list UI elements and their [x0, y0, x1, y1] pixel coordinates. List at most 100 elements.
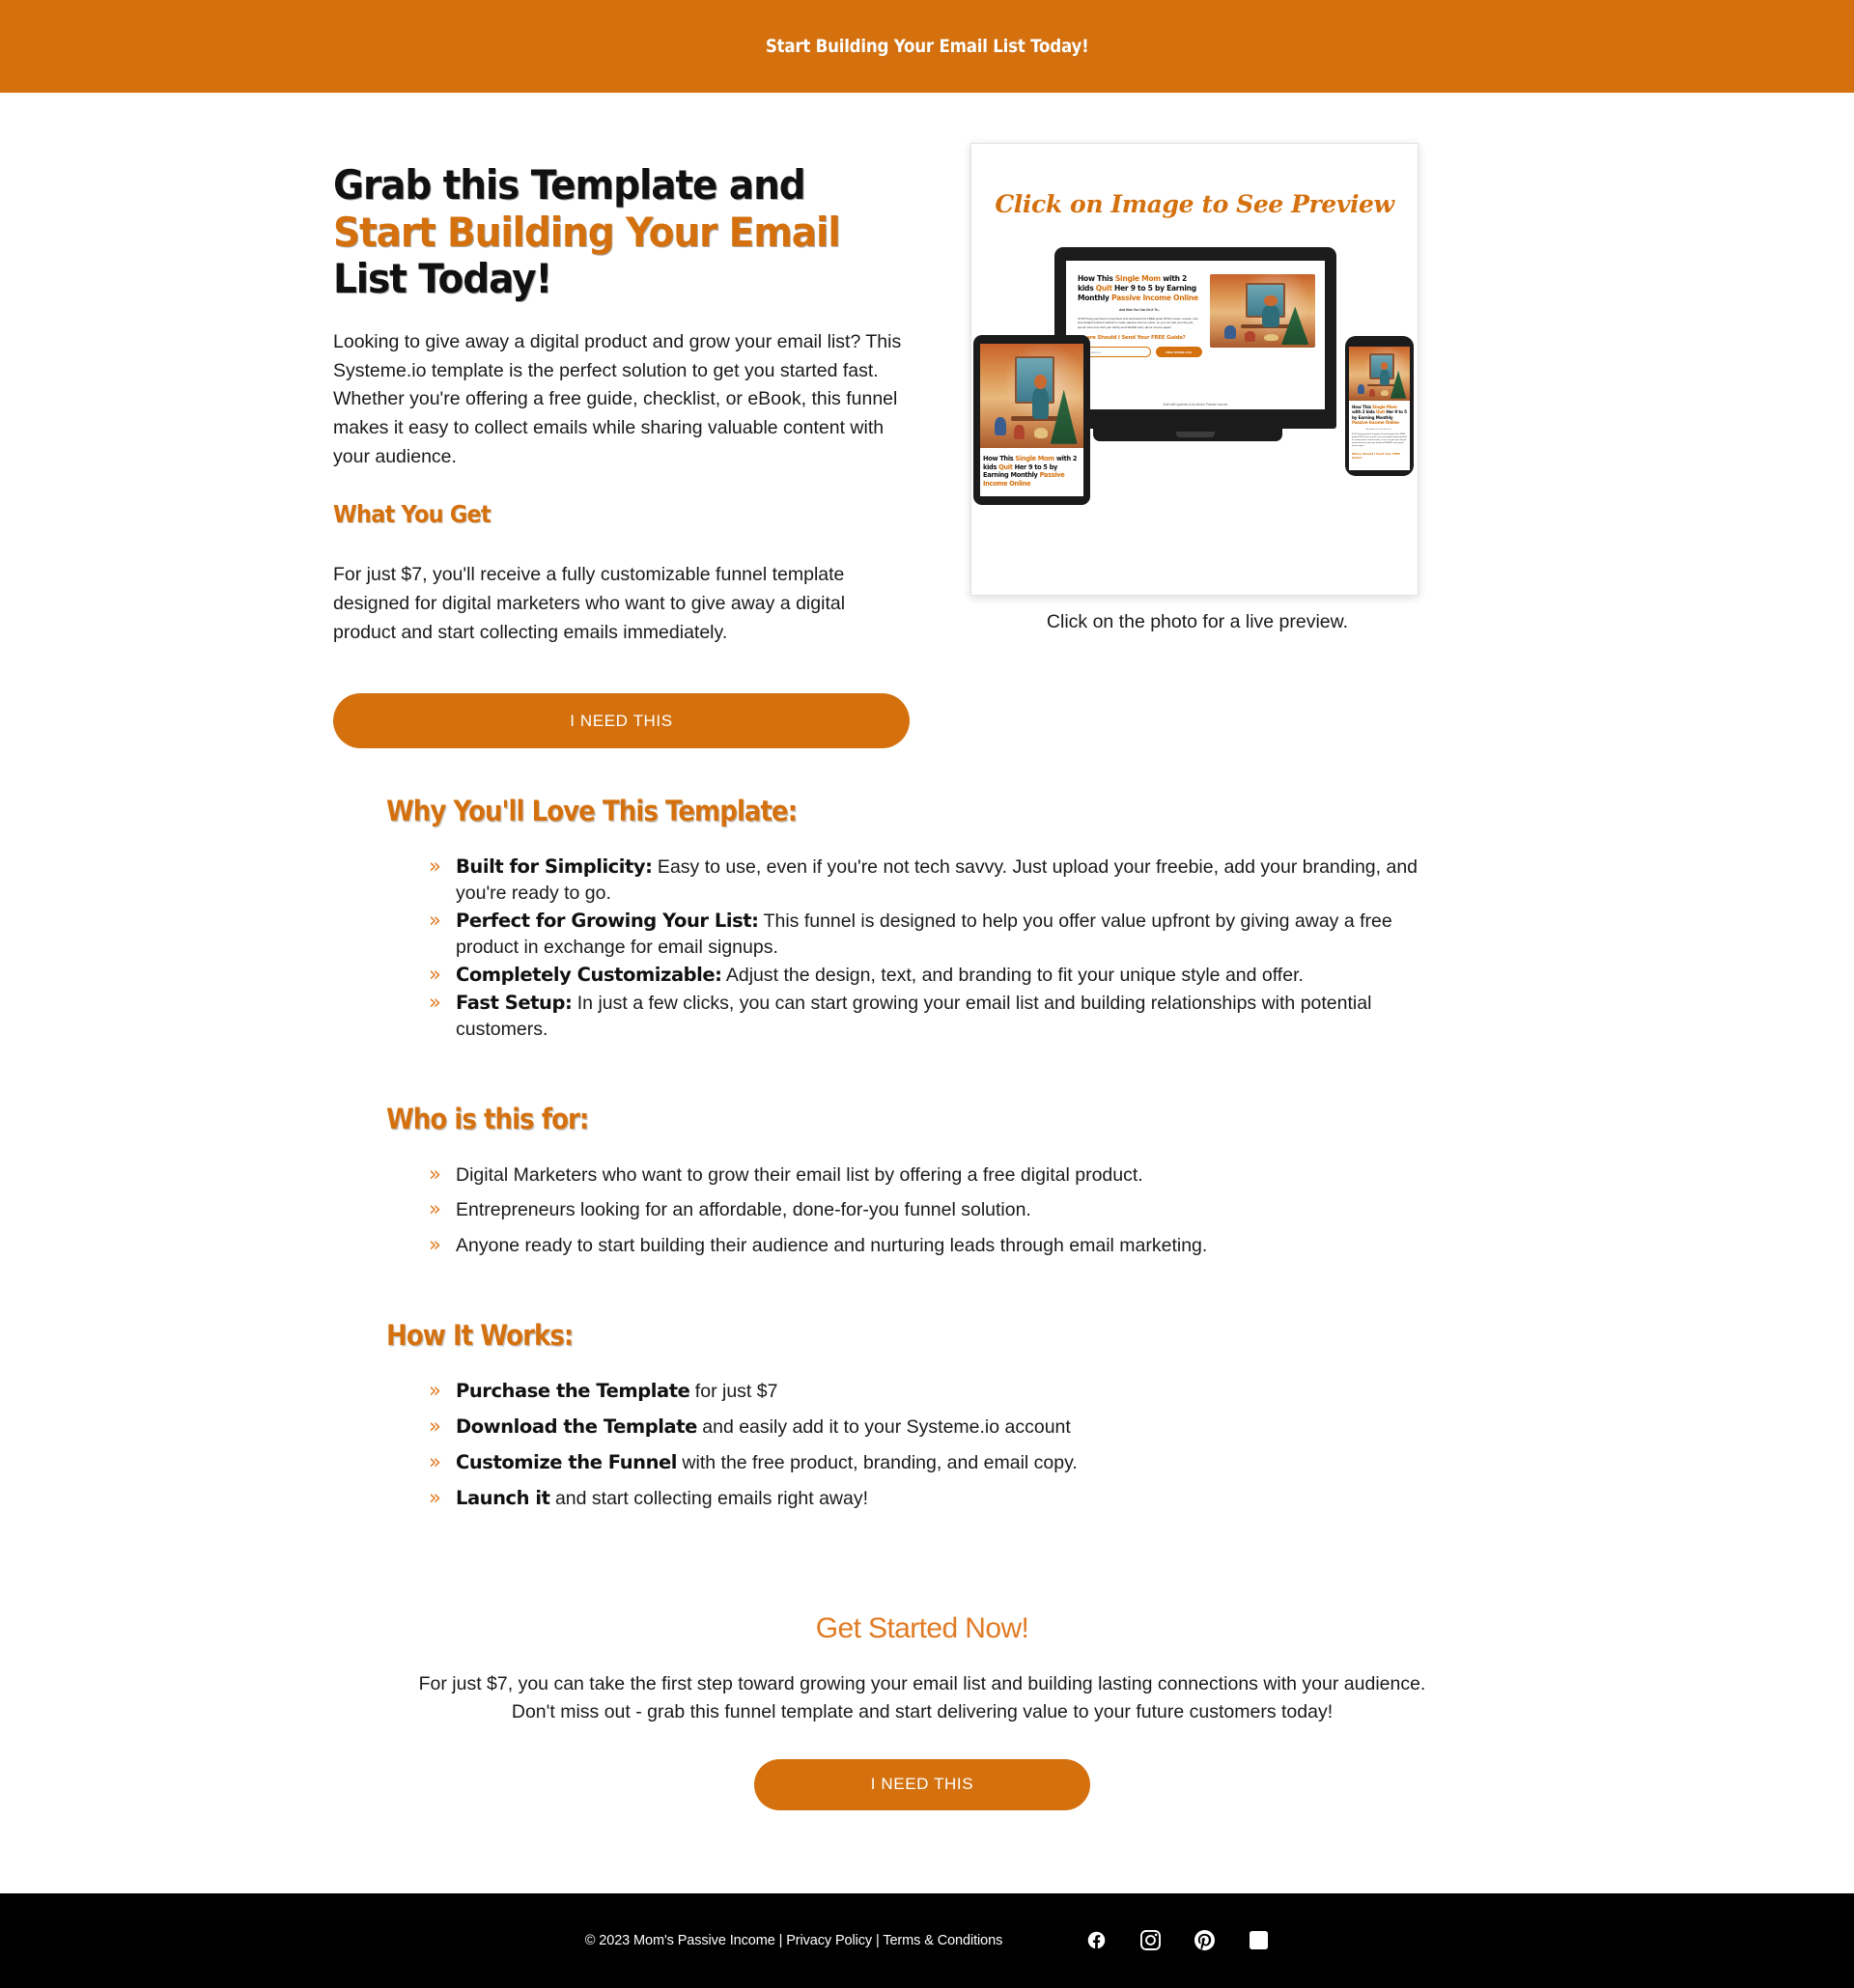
double-chevron-icon: »: [429, 1197, 441, 1221]
laptop-device-mockup: How This Single Mom with 2 kids Quit Her…: [1054, 247, 1336, 441]
phone-page-headline: How This Single Mom with 2 kids Quit Her…: [1349, 405, 1410, 426]
footer-privacy-link[interactable]: Privacy Policy: [786, 1933, 872, 1948]
list-item-text: Anyone ready to start building their aud…: [456, 1235, 1208, 1257]
illustration-kid-b: [1014, 425, 1025, 440]
phone-screen: How This Single Mom with 2 kids Quit Her…: [1349, 342, 1410, 470]
double-chevron-icon: »: [429, 1450, 441, 1474]
hero-right-column: Click on Image to See Preview How This S…: [970, 143, 1424, 748]
phone-page-subhead: And How You Can Do It To...: [1365, 428, 1393, 431]
why-love-heading: Why You'll Love This Template:: [386, 795, 798, 828]
double-chevron-icon: »: [429, 908, 441, 932]
section-who-is-this-for: Who is this for: » Digital Marketers who …: [386, 1103, 1458, 1260]
list-item-label: Launch it: [456, 1486, 550, 1509]
laptop-submit-button: FREE DOWNLOAD: [1155, 347, 1202, 358]
double-chevron-icon: »: [429, 990, 441, 1014]
list-item: » Purchase the Template for just $7: [429, 1379, 1458, 1405]
headline-seg-1: How This: [1078, 274, 1115, 283]
headline-seg-4: Quit: [1095, 283, 1112, 293]
list-item-label: Completely Customizable:: [456, 963, 722, 986]
double-chevron-icon: »: [429, 1162, 441, 1186]
laptop-page-headline: How This Single Mom with 2 kids Quit Her…: [1078, 274, 1202, 303]
title-highlight: Start Building Your Email: [333, 208, 841, 256]
list-item-label: Perfect for Growing Your List:: [456, 909, 759, 932]
illustration-mom: [1262, 295, 1279, 327]
illustration-dog: [1033, 428, 1048, 439]
headline-seg-1: How This: [983, 455, 1016, 462]
list-item-text: In just a few clicks, you can start grow…: [456, 992, 1372, 1040]
list-item-text: and start collecting emails right away!: [549, 1487, 869, 1509]
instagram-icon[interactable]: [1139, 1930, 1161, 1951]
tablet-device-mockup: How This Single Mom with 2 kids Quit Her…: [973, 335, 1090, 505]
footer-legal-text: © 2023 Mom's Passive Income | Privacy Po…: [584, 1932, 1003, 1948]
page-body: Grab this Template and Start Building Yo…: [0, 93, 1854, 1988]
hero-intro-paragraph: Looking to give away a digital product a…: [333, 331, 902, 467]
how-it-works-list: » Purchase the Template for just $7 » Downl…: [386, 1379, 1458, 1512]
headline-seg-4: Quit: [998, 462, 1013, 471]
list-item: » Launch it and start collecting emails r…: [429, 1486, 1458, 1512]
title-part-1: Grab this Template and: [333, 161, 806, 209]
what-you-get-heading: What You Get: [333, 500, 492, 529]
headline-seg-6: Passive Income Online: [1352, 420, 1399, 426]
final-cta-section: Get Started Now! For just $7, you can ta…: [386, 1562, 1458, 1810]
phone-page-illustration: [1349, 347, 1410, 401]
phone-page-form-question: Where Should I Send Your FREE Guide?: [1352, 451, 1400, 460]
list-item: » Digital Marketers who want to grow thei…: [429, 1162, 1458, 1189]
headline-seg-6: Passive Income Online: [1111, 293, 1198, 302]
footer-terms-link[interactable]: Terms & Conditions: [883, 1933, 1002, 1948]
double-chevron-icon: »: [429, 1485, 441, 1509]
list-item-text: with the free product, branding, and ema…: [677, 1452, 1078, 1474]
double-chevron-icon: »: [429, 1414, 441, 1439]
laptop-page-optin-form: Email address FREE DOWNLOAD: [1078, 347, 1202, 358]
who-is-this-for-list: » Digital Marketers who want to grow thei…: [386, 1162, 1458, 1260]
list-item: » Completely Customizable: Adjust the des…: [429, 963, 1458, 989]
illustration-kid-a: [994, 416, 1006, 436]
illustration-dog: [1264, 333, 1278, 342]
final-cta-copy: For just $7, you can take the first step…: [418, 1672, 1426, 1722]
laptop-page-footer-note: Built with systeme.io by Mom's Passive I…: [1163, 403, 1228, 406]
footer-social-links: [1085, 1930, 1269, 1951]
illustration-mom: [1379, 362, 1390, 386]
tablet-page-illustration: [980, 344, 1083, 448]
list-item: » Anyone ready to start building their au…: [429, 1233, 1458, 1259]
footer-copyright: © 2023 Mom's Passive Income: [584, 1932, 775, 1948]
illustration-mom: [1031, 374, 1049, 419]
list-item-label: Built for Simplicity:: [456, 855, 653, 879]
product-mockup-card[interactable]: Click on Image to See Preview How This S…: [970, 143, 1419, 596]
list-item-text: Entrepreneurs looking for an affordable,…: [456, 1199, 1031, 1221]
tablet-page-headline: How This Single Mom with 2 kids Quit Her…: [980, 455, 1083, 489]
section-how-it-works: How It Works: » Purchase the Template for…: [386, 1319, 1458, 1512]
cta-secondary-button[interactable]: I NEED THIS: [754, 1758, 1090, 1810]
headline-seg-4: Quit: [1375, 409, 1386, 415]
pinterest-icon[interactable]: [1194, 1930, 1215, 1951]
content-sections: Why You'll Love This Template: » Built fo…: [386, 748, 1458, 1512]
title-part-2: List Today!: [333, 255, 552, 303]
cta-primary-button[interactable]: I NEED THIS: [333, 693, 910, 749]
phone-device-mockup: How This Single Mom with 2 kids Quit Her…: [1345, 336, 1414, 476]
headline-seg-2: Single Mom: [1372, 405, 1397, 409]
who-is-this-for-heading: Who is this for:: [386, 1102, 589, 1135]
laptop-page-text-column: How This Single Mom with 2 kids Quit Her…: [1078, 274, 1202, 409]
laptop-notch: [1176, 432, 1215, 437]
hero-section: Grab this Template and Start Building Yo…: [333, 93, 1521, 749]
announcement-text: Start Building Your Email List Today!: [765, 36, 1089, 57]
facebook-icon[interactable]: [1085, 1930, 1107, 1951]
announcement-bar: Start Building Your Email List Today!: [0, 0, 1854, 93]
list-item: » Perfect for Growing Your List: This fun…: [429, 909, 1458, 961]
illustration-kid-b: [1368, 388, 1376, 397]
footer-sep-2: |: [872, 1932, 884, 1948]
list-item-label: Fast Setup:: [456, 991, 573, 1014]
double-chevron-icon: »: [429, 1379, 441, 1403]
list-item-text: and easily add it to your Systeme.io acc…: [696, 1416, 1071, 1439]
list-item-text: for just $7: [689, 1381, 778, 1403]
mockup-caption: Click on the photo for a live preview.: [1046, 611, 1349, 632]
laptop-page-illustration: [1209, 274, 1315, 348]
laptop-page-form-question: Where Should I Send Your FREE Guide?: [1078, 335, 1186, 342]
final-cta-heading: Get Started Now!: [815, 1611, 1029, 1644]
headline-seg-2: Single Mom: [1015, 455, 1054, 462]
headline-seg-3: with 2 kids: [1352, 409, 1376, 415]
section-why-love: Why You'll Love This Template: » Built fo…: [386, 795, 1458, 1042]
list-item: » Customize the Funnel with the free prod…: [429, 1450, 1458, 1476]
how-it-works-heading: How It Works:: [386, 1319, 574, 1353]
illustration-kid-b: [1244, 331, 1255, 342]
tiktok-icon[interactable]: [1248, 1930, 1269, 1951]
